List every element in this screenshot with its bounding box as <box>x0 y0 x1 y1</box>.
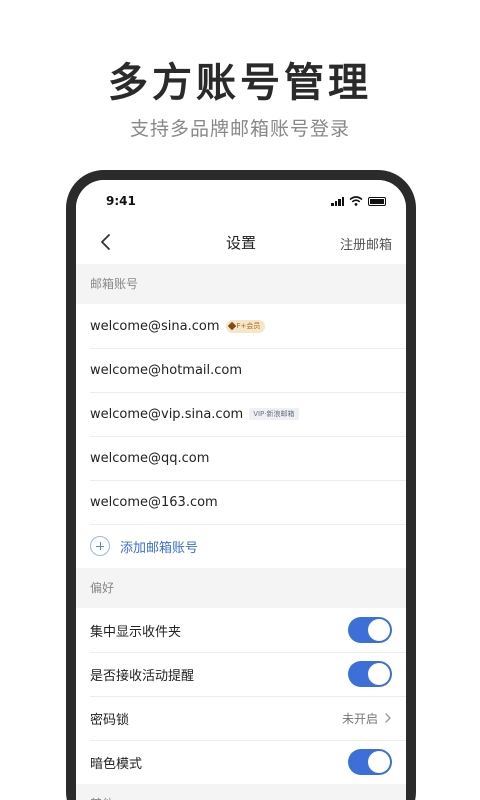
register-mailbox-button[interactable]: 注册邮箱 <box>340 234 392 253</box>
account-email: welcome@vip.sina.com <box>90 406 244 422</box>
account-row[interactable]: welcome@vip.sina.com VIP·新浪邮箱 <box>76 392 406 436</box>
account-row[interactable]: welcome@qq.com <box>76 436 406 480</box>
activity-reminder-toggle[interactable] <box>348 661 392 687</box>
pref-row-dark-mode: 暗色模式 <box>76 740 406 784</box>
add-account-button[interactable]: 添加邮箱账号 <box>76 524 406 568</box>
vip-mailbox-badge: VIP·新浪邮箱 <box>249 408 299 420</box>
pref-row-passcode-lock[interactable]: 密码锁 未开启 <box>76 696 406 740</box>
section-label-other: 其他 <box>76 784 406 800</box>
account-email: welcome@sina.com <box>90 318 220 334</box>
phone-screen: 9:41 设置 注册邮箱 邮箱账号 welcome@sina.com F+会员 … <box>76 180 406 800</box>
status-bar: 9:41 <box>76 180 406 222</box>
pref-label: 是否接收活动提醒 <box>90 668 195 684</box>
preferences-list: 集中显示收件夹 是否接收活动提醒 密码锁 未开启 暗色模式 <box>76 608 406 784</box>
section-label-accounts: 邮箱账号 <box>76 264 406 304</box>
nav-bar: 设置 注册邮箱 <box>76 222 406 264</box>
passcode-lock-status: 未开启 <box>341 711 378 726</box>
section-label-preferences: 偏好 <box>76 568 406 608</box>
pref-row-activity-reminder: 是否接收活动提醒 <box>76 652 406 696</box>
signal-icon <box>331 196 344 206</box>
account-email: welcome@163.com <box>90 494 218 510</box>
pref-label: 密码锁 <box>90 712 130 728</box>
account-list: welcome@sina.com F+会员 welcome@hotmail.co… <box>76 304 406 568</box>
unified-inbox-toggle[interactable] <box>348 617 392 643</box>
phone-frame: 9:41 设置 注册邮箱 邮箱账号 welcome@sina.com F+会员 … <box>66 170 416 800</box>
account-email: welcome@qq.com <box>90 450 210 466</box>
account-row[interactable]: welcome@sina.com F+会员 <box>76 304 406 348</box>
status-time: 9:41 <box>106 194 136 208</box>
status-icons <box>331 196 386 206</box>
account-row[interactable]: welcome@163.com <box>76 480 406 524</box>
chevron-right-icon <box>385 713 391 723</box>
add-account-label: 添加邮箱账号 <box>120 540 199 556</box>
account-email: welcome@hotmail.com <box>90 362 243 378</box>
wifi-icon <box>349 196 363 206</box>
promo-title: 多方账号管理 <box>108 60 372 106</box>
battery-icon <box>368 196 386 206</box>
badge-label: F+会员 <box>236 322 261 330</box>
gem-icon <box>227 321 236 331</box>
plus-circle-icon <box>90 536 110 556</box>
account-row[interactable]: welcome@hotmail.com <box>76 348 406 392</box>
pref-row-unified-inbox: 集中显示收件夹 <box>76 608 406 652</box>
dark-mode-toggle[interactable] <box>348 749 392 775</box>
pref-label: 暗色模式 <box>90 756 143 772</box>
fplus-member-badge: F+会员 <box>225 319 266 333</box>
pref-label: 集中显示收件夹 <box>90 624 182 640</box>
promo-subtitle: 支持多品牌邮箱账号登录 <box>129 118 350 140</box>
